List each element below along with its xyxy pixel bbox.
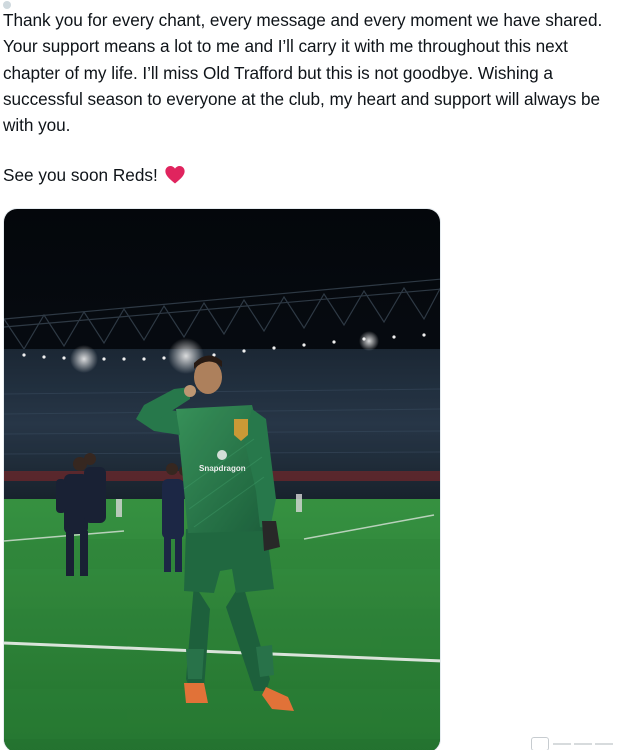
tweet-post: Thank you for every chant, every message… [0, 1, 621, 750]
tweet-closing-line: See you soon Reds! [3, 162, 621, 188]
tweet-body: Thank you for every chant, every message… [3, 10, 607, 136]
avatar-fragment [3, 1, 63, 10]
image-watermark [531, 737, 613, 750]
watermark-logo-icon [531, 737, 549, 750]
red-heart-icon [164, 164, 186, 186]
watermark-text-mark [553, 743, 613, 745]
tweet-photo[interactable]: Snapdragon [3, 208, 441, 750]
photo-stadium-scene: Snapdragon [4, 209, 440, 750]
closing-text: See you soon Reds! [3, 165, 158, 186]
